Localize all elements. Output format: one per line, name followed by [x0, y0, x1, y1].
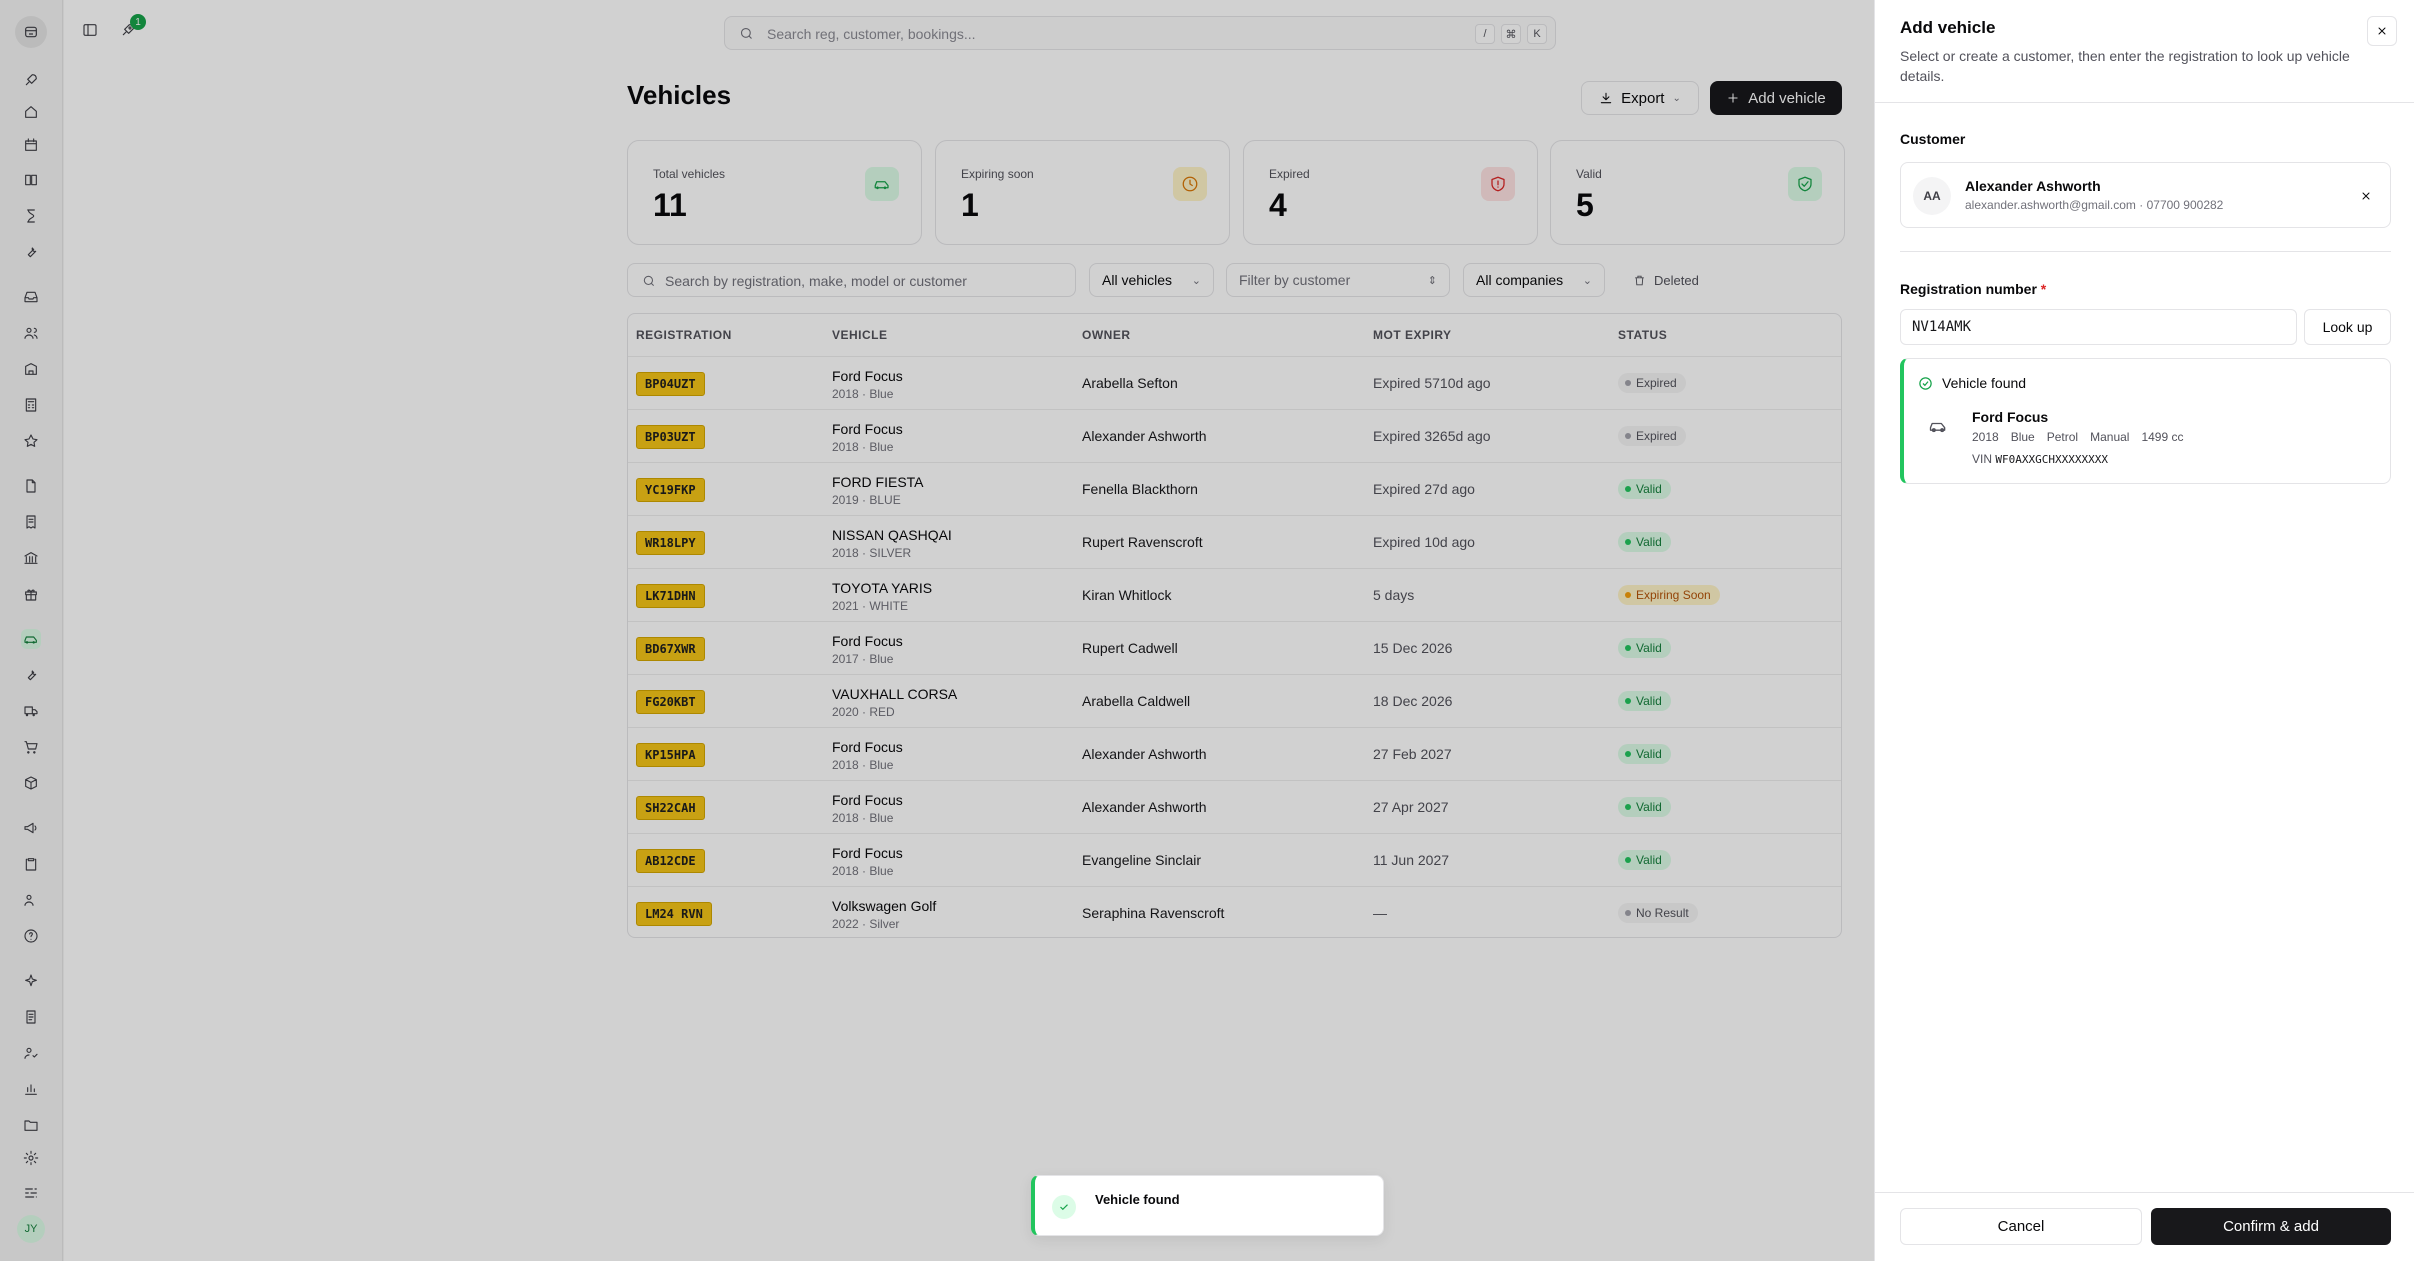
selected-customer-card: AA Alexander Ashworth alexander.ashworth…	[1900, 162, 2391, 228]
vehicle-found-heading: Vehicle found	[1918, 375, 2026, 391]
divider	[1875, 102, 2414, 103]
registration-input[interactable]: NV14AMK	[1900, 309, 2297, 345]
divider	[1875, 1192, 2414, 1193]
check-circle-icon	[1052, 1195, 1076, 1219]
customer-label: Customer	[1900, 131, 1966, 147]
spec-transmission: Manual	[2090, 430, 2130, 444]
avatar: AA	[1913, 177, 1951, 215]
check-circle-icon	[1919, 376, 1932, 390]
drawer-subtitle: Select or create a customer, then enter …	[1900, 48, 2350, 84]
spec-fuel: Petrol	[2046, 430, 2079, 444]
found-vehicle-name: Ford Focus	[1972, 409, 2049, 425]
found-vehicle-vin: VIN WF0AXXGCHXXXXXXXX	[1972, 452, 2108, 466]
registration-label-text: Registration number	[1900, 281, 2037, 297]
registration-label: Registration number *	[1900, 281, 2046, 297]
close-icon	[2378, 27, 2386, 35]
cancel-button[interactable]: Cancel	[1900, 1208, 2142, 1245]
remove-customer-button[interactable]	[2357, 187, 2375, 205]
vin-value: WF0AXXGCHXXXXXXXX	[1995, 453, 2108, 466]
customer-name: Alexander Ashworth	[1965, 178, 2101, 194]
spec-year: 2018	[1972, 430, 1999, 444]
toast-notification: Vehicle found	[1031, 1175, 1384, 1236]
add-vehicle-drawer: Add vehicle Select or create a customer,…	[1874, 0, 2414, 1261]
vehicle-found-heading-text: Vehicle found	[1942, 375, 2027, 391]
close-button[interactable]	[2367, 16, 2397, 46]
car-icon	[1928, 416, 1948, 441]
vin-label: VIN	[1972, 452, 1993, 466]
confirm-add-button[interactable]: Confirm & add	[2151, 1208, 2391, 1245]
drawer-title: Add vehicle	[1900, 18, 1996, 37]
vehicle-found-card: Vehicle found Ford Focus 2018 Blue Petro…	[1900, 358, 2391, 484]
divider	[1900, 251, 2391, 252]
lookup-button[interactable]: Look up	[2304, 309, 2391, 345]
close-icon	[2362, 192, 2370, 200]
spec-engine: 1499 cc	[2141, 430, 2184, 444]
spec-colour: Blue	[2010, 430, 2035, 444]
found-vehicle-specs: 2018 Blue Petrol Manual 1499 cc	[1972, 430, 2183, 444]
customer-contact: alexander.ashworth@gmail.com · 07700 900…	[1965, 198, 2224, 212]
toast-text: Vehicle found	[1095, 1192, 1180, 1207]
required-marker: *	[2040, 281, 2047, 297]
modal-overlay[interactable]	[0, 0, 1874, 1261]
